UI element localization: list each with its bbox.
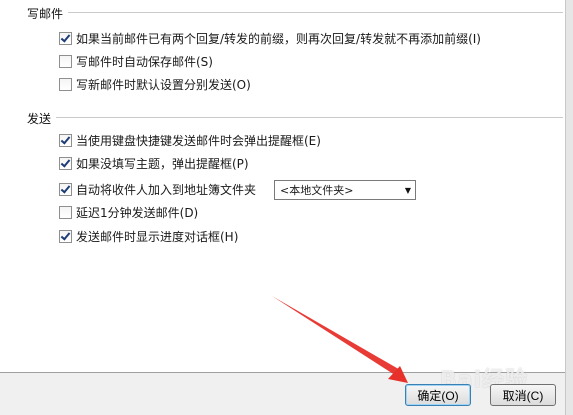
option-shortcut-send-reminder[interactable]: 当使用键盘快捷键发送邮件时会弹出提醒框(E) [59,132,321,148]
cancel-button[interactable]: 取消(C) [490,384,556,406]
checkbox-show-progress-dialog[interactable] [59,229,72,243]
checkbox-no-subject-reminder[interactable] [59,156,72,170]
section-divider-compose [68,12,563,13]
option-label: 如果当前邮件已有两个回复/转发的前缀，则再次回复/转发就不再添加前缀(I) [76,31,481,46]
checkbox-delay-send[interactable] [59,205,72,219]
section-divider-send [56,117,563,118]
option-label: 延迟1分钟发送邮件(D) [76,205,199,220]
option-label: 发送邮件时显示进度对话框(H) [76,229,239,244]
section-title-compose: 写邮件 [27,7,64,21]
checkbox-auto-save[interactable] [59,54,72,68]
option-delay-send[interactable]: 延迟1分钟发送邮件(D) [59,204,198,220]
ok-button[interactable]: 确定(O) [405,384,471,406]
select-value: <本地文件夹> [280,184,354,197]
options-panel: 写邮件 如果当前邮件已有两个回复/转发的前缀，则再次回复/转发就不再添加前缀(I… [0,0,566,373]
option-no-subject-reminder[interactable]: 如果没填写主题，弹出提醒框(P) [59,155,249,171]
option-skip-reply-prefix[interactable]: 如果当前邮件已有两个回复/转发的前缀，则再次回复/转发就不再添加前缀(I) [59,30,481,46]
option-label: 写邮件时自动保存邮件(S) [76,54,213,69]
option-separate-send-default[interactable]: 写新邮件时默认设置分别发送(O) [59,76,251,92]
option-show-progress-dialog[interactable]: 发送邮件时显示进度对话框(H) [59,228,238,244]
checkbox-auto-add-recipients[interactable] [59,182,72,196]
section-title-send: 发送 [27,112,52,126]
option-auto-save[interactable]: 写邮件时自动保存邮件(S) [59,53,213,69]
option-label: 当使用键盘快捷键发送邮件时会弹出提醒框(E) [76,133,321,148]
checkbox-separate-send-default[interactable] [59,77,72,91]
option-auto-add-recipients[interactable]: 自动将收件人加入到地址簿文件夹 [59,181,256,197]
checkbox-skip-reply-prefix[interactable] [59,31,72,45]
checkbox-shortcut-send-reminder[interactable] [59,133,72,147]
address-book-folder-select[interactable]: <本地文件夹> ▼ [274,180,416,200]
option-label: 写新邮件时默认设置分别发送(O) [76,77,251,92]
right-edge-strip [565,0,573,415]
chevron-down-icon[interactable]: ▼ [401,181,415,199]
option-label: 自动将收件人加入到地址簿文件夹 [76,182,257,197]
option-label: 如果没填写主题，弹出提醒框(P) [76,156,249,171]
